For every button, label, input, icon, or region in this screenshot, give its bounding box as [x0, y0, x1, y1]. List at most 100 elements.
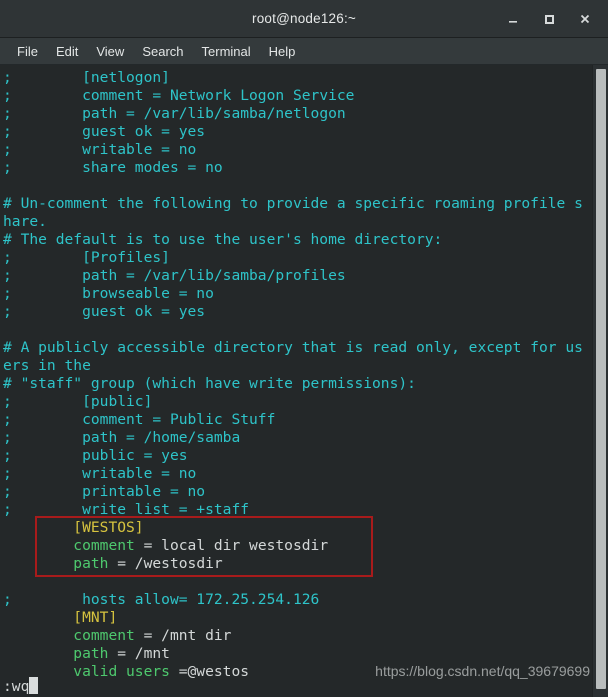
terminal-span: comment = Public Stuff — [11, 411, 276, 428]
window-controls — [496, 0, 602, 38]
terminal-line: comment = local dir westosdir — [3, 537, 592, 555]
terminal-line: ; comment = Network Logon Service — [3, 87, 592, 105]
terminal-span: ers in the — [3, 357, 91, 374]
terminal-span: writable = no — [11, 141, 197, 158]
terminal-line: comment = /mnt dir — [3, 627, 592, 645]
terminal-span: ; — [3, 285, 12, 302]
menu-bar: File Edit View Search Terminal Help — [0, 38, 608, 65]
terminal-span: path = /var/lib/samba/netlogon — [11, 105, 346, 122]
scrollbar[interactable] — [592, 65, 608, 697]
terminal-span: hare. — [3, 213, 47, 230]
terminal-line: ; [netlogon] — [3, 69, 592, 87]
close-button[interactable] — [568, 5, 602, 33]
terminal-line: ; [Profiles] — [3, 249, 592, 267]
terminal-span: hosts allow= 172.25.254.126 — [11, 591, 320, 608]
terminal-span — [3, 519, 73, 536]
terminal-line: ; writable = no — [3, 141, 592, 159]
maximize-icon — [545, 15, 554, 24]
terminal-span: comment — [73, 627, 135, 644]
terminal-span — [3, 627, 73, 644]
terminal-span — [3, 609, 73, 626]
terminal-span: # The default is to use the user's home … — [3, 231, 443, 248]
terminal-line: ; browseable = no — [3, 285, 592, 303]
terminal-line: ; writable = no — [3, 465, 592, 483]
terminal-span: ; — [3, 123, 12, 140]
terminal-line: # The default is to use the user's home … — [3, 231, 592, 249]
terminal-span: ; — [3, 501, 12, 518]
terminal-span: public = yes — [11, 447, 188, 464]
terminal-span — [3, 645, 73, 662]
terminal-span: = local dir westosdir — [134, 537, 329, 554]
menu-item-file[interactable]: File — [8, 41, 47, 62]
terminal-line: # A publicly accessible directory that i… — [3, 339, 592, 357]
terminal-span: ; — [3, 87, 12, 104]
terminal-span: [netlogon] — [11, 69, 170, 86]
menu-item-terminal[interactable]: Terminal — [193, 41, 260, 62]
terminal-line: # "staff" group (which have write permis… — [3, 375, 592, 393]
terminal-span: writable = no — [11, 465, 197, 482]
terminal-span: ; — [3, 393, 12, 410]
terminal-span: = /westosdir — [108, 555, 223, 572]
terminal-span: path — [73, 555, 109, 572]
terminal-span — [3, 555, 73, 572]
terminal-span: ; — [3, 411, 12, 428]
terminal-line: hare. — [3, 213, 592, 231]
terminal-span: ; — [3, 591, 12, 608]
terminal-span: share modes = no — [11, 159, 223, 176]
terminal-span: ; — [3, 483, 12, 500]
terminal-window: root@node126:~ File Edit View Search Ter… — [0, 0, 608, 697]
terminal-span: ; — [3, 303, 12, 320]
scrollbar-thumb[interactable] — [596, 69, 606, 689]
terminal-span: write list = +staff — [11, 501, 250, 518]
menu-item-edit[interactable]: Edit — [47, 41, 87, 62]
terminal-line: [WESTOS] — [3, 519, 592, 537]
terminal-span: =@westos — [169, 663, 250, 680]
terminal-line: path = /mnt — [3, 645, 592, 663]
terminal-span: ; — [3, 159, 12, 176]
text-cursor — [29, 677, 39, 694]
terminal-span: comment — [73, 537, 135, 554]
terminal-span: ; — [3, 105, 12, 122]
terminal-line: ; printable = no — [3, 483, 592, 501]
terminal-text[interactable]: ; [netlogon]; comment = Network Logon Se… — [0, 65, 592, 697]
terminal-line: ; comment = Public Stuff — [3, 411, 592, 429]
terminal-span: [public] — [11, 393, 153, 410]
maximize-button[interactable] — [532, 5, 566, 33]
terminal-span: path = /home/samba — [11, 429, 241, 446]
terminal-span: # Un-comment the following to provide a … — [3, 195, 583, 212]
window-titlebar[interactable]: root@node126:~ — [0, 0, 608, 38]
terminal-line: ; path = /home/samba — [3, 429, 592, 447]
terminal-span: ; — [3, 249, 12, 266]
terminal-line: ; write list = +staff — [3, 501, 592, 519]
terminal-span: printable = no — [11, 483, 206, 500]
terminal-span: ; — [3, 267, 12, 284]
terminal-span: comment = Network Logon Service — [11, 87, 355, 104]
terminal-span: = /mnt — [108, 645, 170, 662]
terminal-line: ; share modes = no — [3, 159, 592, 177]
terminal-line: ; guest ok = yes — [3, 123, 592, 141]
terminal-body[interactable]: ; [netlogon]; comment = Network Logon Se… — [0, 65, 608, 697]
terminal-line: ; path = /var/lib/samba/profiles — [3, 267, 592, 285]
vim-command-text: :wq — [3, 678, 30, 695]
terminal-span: browseable = no — [11, 285, 214, 302]
terminal-span: ; — [3, 465, 12, 482]
vim-command-line[interactable]: :wq — [3, 677, 39, 696]
terminal-span: path — [73, 645, 109, 662]
minimize-icon — [509, 21, 517, 23]
terminal-span: = /mnt dir — [134, 627, 232, 644]
terminal-span: valid users — [73, 663, 170, 680]
terminal-span: path = /var/lib/samba/profiles — [11, 267, 346, 284]
terminal-span: [MNT] — [73, 609, 118, 626]
terminal-span: [Profiles] — [11, 249, 170, 266]
minimize-button[interactable] — [496, 5, 530, 33]
terminal-span: ; — [3, 141, 12, 158]
terminal-span: # A publicly accessible directory that i… — [3, 339, 583, 356]
menu-item-help[interactable]: Help — [260, 41, 305, 62]
menu-item-search[interactable]: Search — [133, 41, 192, 62]
terminal-line: ; hosts allow= 172.25.254.126 — [3, 591, 592, 609]
menu-item-view[interactable]: View — [87, 41, 133, 62]
terminal-span: # "staff" group (which have write permis… — [3, 375, 416, 392]
